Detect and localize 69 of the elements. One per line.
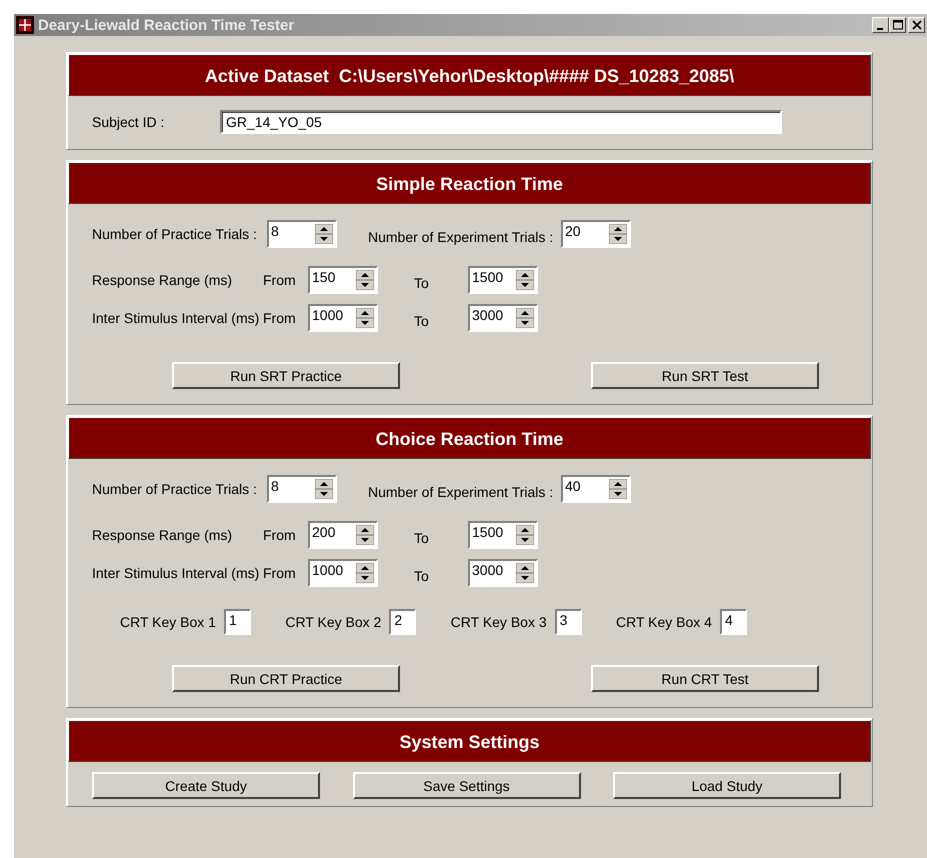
number-spinner[interactable]: 1500 (468, 521, 538, 549)
to-label: To (414, 274, 430, 291)
number-spinner[interactable]: 40 (561, 475, 631, 503)
field-label: CRT Key Box 2 (285, 614, 382, 630)
run-button[interactable]: Run SRT Test (591, 362, 819, 389)
field-label: Number of Practice Trials : (92, 481, 258, 497)
from-label: From (263, 565, 297, 581)
minimize-icon (876, 28, 882, 30)
number-spinner[interactable]: 8 (267, 475, 337, 503)
section-header: System Settings (68, 720, 871, 762)
number-spinner[interactable]: 200 (308, 521, 378, 549)
number-spinner[interactable]: 20 (561, 220, 631, 248)
section-header: Choice Reaction Time (68, 417, 871, 459)
number-spinner[interactable]: 1000 (308, 304, 378, 332)
number-spinner[interactable]: 8 (267, 220, 337, 248)
number-spinner[interactable]: 1000 (308, 559, 378, 587)
window-title: Deary-Liewald Reaction Time Tester (38, 16, 296, 34)
settings-button[interactable]: Create Study (92, 772, 320, 799)
number-spinner[interactable]: 150 (308, 266, 378, 294)
field-label: CRT Key Box 1 (120, 614, 216, 630)
run-button[interactable]: Run CRT Test (591, 665, 819, 692)
spin-arrows-icon[interactable] (356, 270, 374, 290)
from-label: From (263, 527, 297, 543)
to-label: To (414, 312, 430, 329)
run-button[interactable]: Run SRT Practice (172, 362, 400, 389)
field-label: Inter Stimulus Interval (ms) (92, 310, 260, 326)
field-label: Response Range (ms) (92, 527, 234, 543)
spin-arrows-icon[interactable] (516, 308, 534, 328)
field-label: Number of Experiment Trials : (368, 483, 554, 500)
close-button[interactable] (908, 17, 925, 33)
field-label: Number of Practice Trials : (92, 226, 258, 242)
key-field[interactable]: 1 (224, 609, 251, 635)
spin-arrows-icon[interactable] (609, 479, 627, 499)
run-button[interactable]: Run CRT Practice (172, 665, 400, 692)
number-spinner[interactable]: 1500 (468, 266, 538, 294)
field-label: Inter Stimulus Interval (ms) (92, 565, 260, 581)
number-spinner[interactable]: 3000 (468, 559, 538, 587)
key-field[interactable]: 4 (720, 609, 747, 635)
key-field[interactable]: 2 (389, 609, 416, 635)
field-label: CRT Key Box 4 (616, 614, 712, 630)
field-label: Number of Experiment Trials : (368, 228, 554, 245)
spin-arrows-icon[interactable] (315, 479, 333, 499)
field-label: Response Range (ms) (92, 272, 234, 288)
spin-arrows-icon[interactable] (356, 563, 374, 583)
section-header: Simple Reaction Time (68, 162, 871, 204)
app-icon (16, 16, 34, 34)
number-spinner[interactable]: 3000 (468, 304, 538, 332)
spin-arrows-icon[interactable] (516, 270, 534, 290)
subject-id-field[interactable]: GR_14_YO_05 (220, 110, 782, 134)
dataset-header: Active Dataset C:\Users\Yehor\Desktop\#### DS_10283_2085\ (68, 54, 871, 96)
maximize-button[interactable] (889, 17, 906, 33)
field-label: Subject ID : (92, 114, 166, 130)
spin-arrows-icon[interactable] (516, 525, 534, 545)
spin-arrows-icon[interactable] (609, 224, 627, 244)
settings-button[interactable]: Load Study (613, 772, 841, 799)
key-field[interactable]: 3 (554, 609, 582, 635)
spin-arrows-icon[interactable] (356, 308, 374, 328)
minimize-button[interactable] (872, 17, 889, 33)
spin-arrows-icon[interactable] (516, 563, 534, 583)
close-icon (912, 20, 922, 30)
spin-arrows-icon[interactable] (315, 224, 333, 244)
field-label: CRT Key Box 3 (450, 614, 547, 630)
from-label: From (263, 310, 297, 326)
to-label: To (414, 567, 430, 584)
settings-button[interactable]: Save Settings (352, 772, 580, 799)
from-label: From (263, 272, 297, 288)
to-label: To (414, 529, 430, 546)
spin-arrows-icon[interactable] (356, 525, 374, 545)
maximize-icon (892, 20, 902, 30)
